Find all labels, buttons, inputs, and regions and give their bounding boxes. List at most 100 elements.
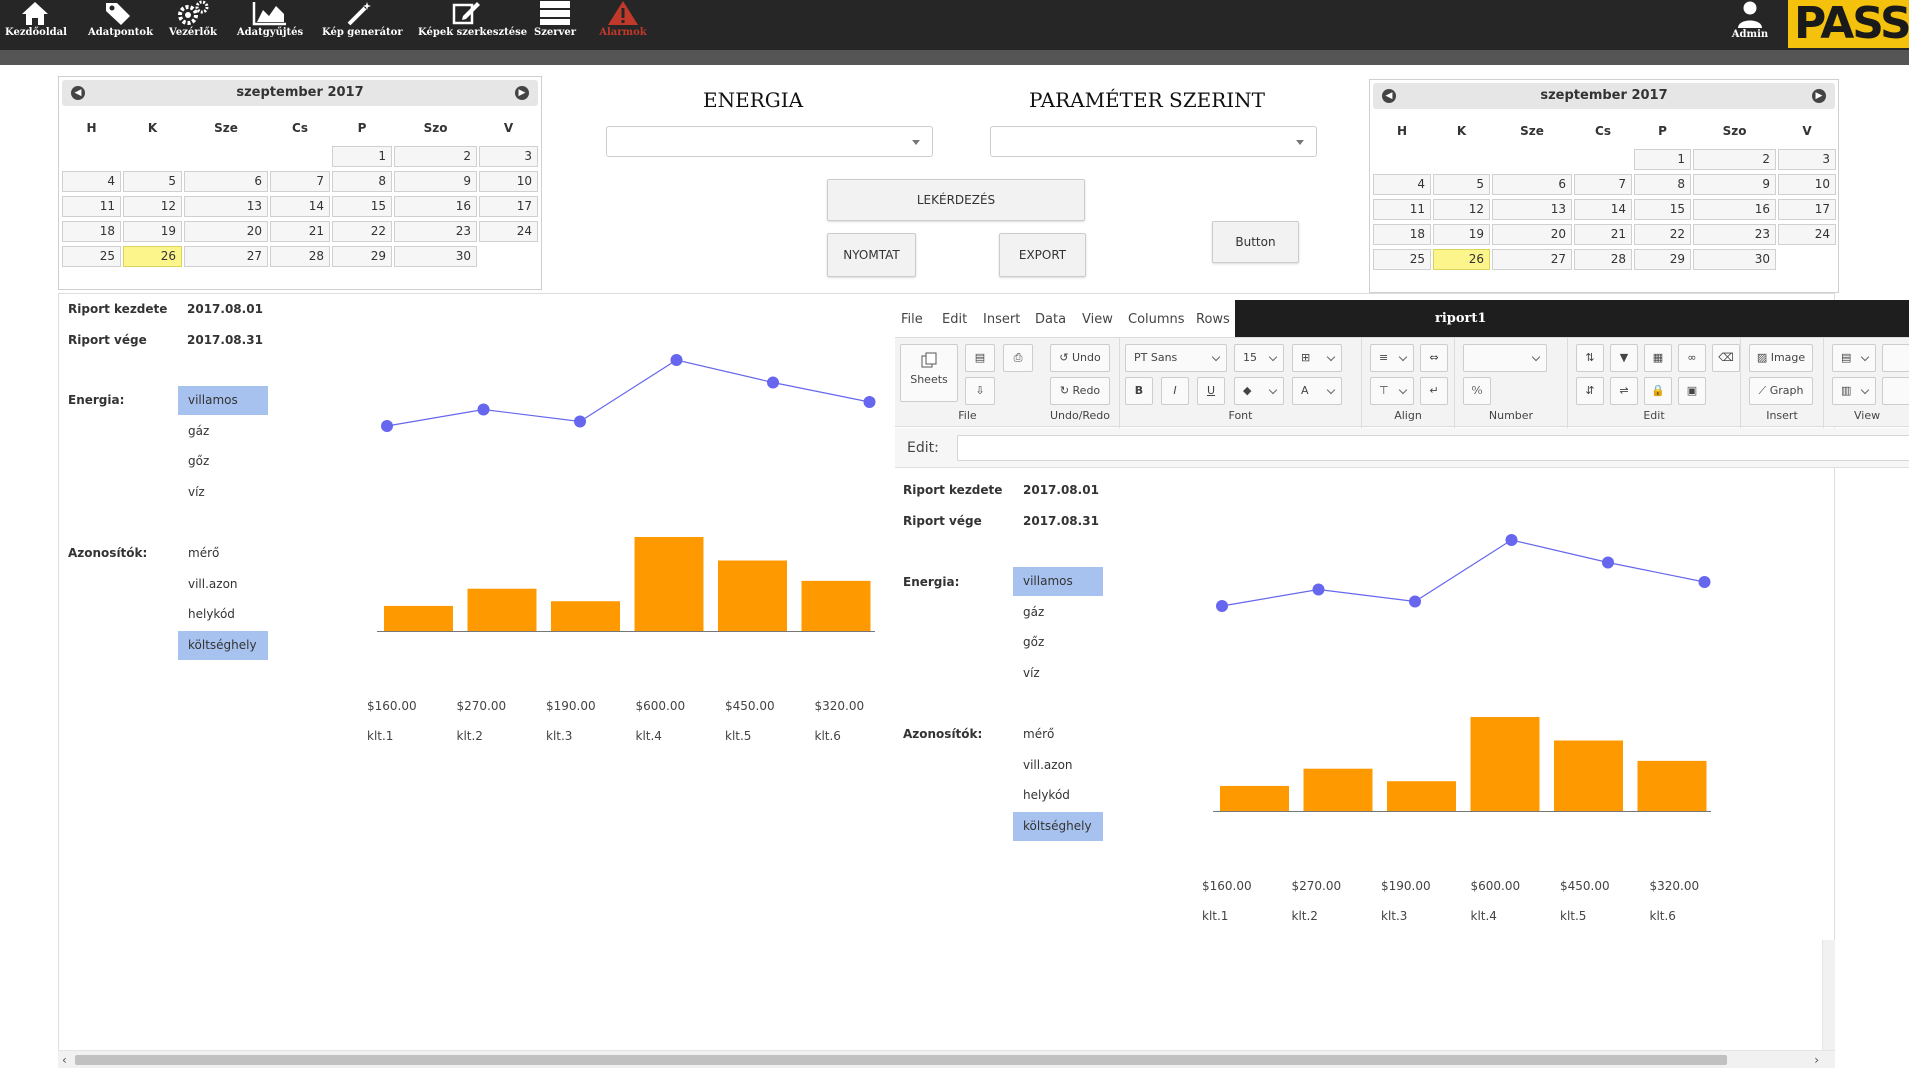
nav-item-image-editor[interactable]: Képek szerkesztése (418, 0, 527, 50)
option-item[interactable]: vill.azon (1013, 751, 1103, 780)
merge-button[interactable]: ⇔ (1420, 344, 1448, 372)
vertical-scrollbar[interactable] (1822, 940, 1835, 1066)
validation-button[interactable]: ⇌ (1610, 377, 1638, 405)
filter-button[interactable]: ▼ (1610, 344, 1638, 372)
option-item[interactable]: gőz (178, 447, 268, 476)
next-month-icon[interactable]: ▶ (1812, 89, 1826, 103)
nav-item-controllers[interactable]: Vezérlők (168, 0, 218, 50)
calendar-day[interactable]: 11 (62, 196, 121, 217)
scroll-left-icon[interactable]: ‹ (62, 1053, 67, 1067)
nav-item-datapoints[interactable]: Adatpontok (88, 0, 153, 50)
calendar-day[interactable]: 15 (1634, 199, 1691, 220)
calendar-day[interactable]: 11 (1373, 199, 1431, 220)
calendar-day[interactable]: 6 (184, 171, 268, 192)
calendar-day[interactable]: 5 (123, 171, 182, 192)
calendar-day[interactable]: 16 (1693, 199, 1776, 220)
calendar-day[interactable]: 14 (270, 196, 330, 217)
text-color-select[interactable]: A (1292, 377, 1342, 405)
calendar-day[interactable]: 28 (270, 246, 330, 267)
calendar-day[interactable]: 2 (1693, 149, 1776, 170)
print-sheet-button[interactable]: ⎙ (1003, 344, 1033, 372)
number-format-select[interactable] (1463, 344, 1547, 372)
lock-button[interactable]: 🔒 (1644, 377, 1672, 405)
nav-item-home[interactable]: Kezdőoldal (5, 0, 67, 50)
undo-button[interactable]: ↺ Undo (1050, 344, 1110, 372)
calendar-day[interactable]: 4 (1373, 174, 1431, 195)
option-item[interactable]: gőz (1013, 628, 1103, 657)
calendar-day[interactable]: 15 (332, 196, 392, 217)
calendar-day[interactable]: 18 (62, 221, 121, 242)
calendar-day[interactable]: 7 (1574, 174, 1632, 195)
calendar-day[interactable]: 5 (1433, 174, 1490, 195)
wrap-text-button[interactable]: ↵ (1420, 377, 1448, 405)
option-item[interactable]: villamos (178, 386, 268, 415)
calendar-day[interactable]: 3 (1778, 149, 1836, 170)
print-button[interactable]: NYOMTAT (827, 233, 916, 277)
calendar-day-today[interactable]: 26 (1433, 249, 1490, 270)
horizontal-align-select[interactable]: ≡ (1370, 344, 1414, 372)
menu-rows[interactable]: Rows (1196, 312, 1230, 327)
menu-view[interactable]: View (1082, 312, 1113, 327)
scroll-right-icon[interactable]: › (1814, 1053, 1819, 1067)
calendar-day[interactable]: 18 (1373, 224, 1431, 245)
menu-columns[interactable]: Columns (1128, 312, 1185, 327)
link-button[interactable]: ∞ (1678, 344, 1706, 372)
calendar-day[interactable]: 10 (479, 171, 538, 192)
clear-button[interactable]: ⌫ (1712, 344, 1740, 372)
comment-button[interactable]: ▣ (1678, 377, 1706, 405)
calendar-day[interactable]: 17 (1778, 199, 1836, 220)
calendar-day[interactable]: 9 (394, 171, 477, 192)
calendar-day[interactable]: 20 (1492, 224, 1572, 245)
redo-button[interactable]: ↻ Redo (1050, 377, 1110, 405)
calendar-day[interactable]: 13 (1492, 199, 1572, 220)
calendar-day[interactable]: 4 (62, 171, 121, 192)
calendar-day[interactable]: 1 (332, 146, 392, 167)
underline-button[interactable]: U (1197, 377, 1225, 405)
calendar-day[interactable]: 22 (1634, 224, 1691, 245)
menu-file[interactable]: File (901, 312, 923, 327)
insert-image-button[interactable]: ▨ Image (1749, 344, 1813, 372)
calendar-day[interactable]: 20 (184, 221, 268, 242)
query-button[interactable]: LEKÉRDEZÉS (827, 179, 1085, 221)
import-excel-button[interactable]: ⇩ (965, 377, 995, 405)
formula-input[interactable] (957, 435, 1909, 461)
menu-data[interactable]: Data (1035, 312, 1066, 327)
calendar-day[interactable]: 2 (394, 146, 477, 167)
option-item[interactable]: gáz (178, 417, 268, 446)
calendar-day[interactable]: 24 (1778, 224, 1836, 245)
next-month-icon[interactable]: ▶ (515, 86, 529, 100)
option-item[interactable]: költséghely (178, 630, 268, 660)
calendar-day[interactable]: 30 (1693, 249, 1776, 270)
vertical-align-select[interactable]: ⊤ (1370, 377, 1414, 405)
option-item[interactable]: gáz (1013, 598, 1103, 627)
conditional-format-button[interactable]: ▦ (1644, 344, 1672, 372)
calendar-day[interactable]: 14 (1574, 199, 1632, 220)
font-size-select[interactable]: 15 (1234, 344, 1284, 372)
nav-item-alarms[interactable]: Alarmok (598, 0, 648, 50)
sort-desc-button[interactable]: ⇵ (1576, 377, 1604, 405)
calendar-day[interactable]: 13 (184, 196, 268, 217)
calendar-day[interactable]: 29 (332, 246, 392, 267)
menu-insert[interactable]: Insert (983, 312, 1020, 327)
view-extra-button[interactable] (1882, 344, 1909, 372)
nav-item-data-collection[interactable]: Adatgyűjtés (236, 0, 304, 50)
calendar-day[interactable]: 23 (1693, 224, 1776, 245)
option-item[interactable]: víz (1013, 659, 1103, 688)
bold-button[interactable]: B (1125, 377, 1153, 405)
nav-item-server[interactable]: Szerver (532, 0, 578, 50)
calendar-day-today[interactable]: 26 (123, 246, 182, 267)
scrollbar-thumb[interactable] (75, 1055, 1727, 1065)
option-item[interactable]: helykód (178, 600, 268, 629)
calendar-day[interactable]: 21 (270, 221, 330, 242)
calendar-day[interactable]: 12 (1433, 199, 1490, 220)
decimal-button[interactable]: ⁰⁄₀ (1463, 377, 1491, 405)
sheets-button[interactable]: Sheets (900, 344, 958, 402)
option-item[interactable]: mérő (178, 539, 268, 568)
view-extra-button-2[interactable] (1882, 377, 1909, 405)
calendar-day[interactable]: 23 (394, 221, 477, 242)
calendar-day[interactable]: 8 (1634, 174, 1691, 195)
calendar-day[interactable]: 22 (332, 221, 392, 242)
calendar-day[interactable]: 30 (394, 246, 477, 267)
sheet-tab-title[interactable]: riport1 (1235, 300, 1909, 337)
calendar-day[interactable]: 1 (1634, 149, 1691, 170)
